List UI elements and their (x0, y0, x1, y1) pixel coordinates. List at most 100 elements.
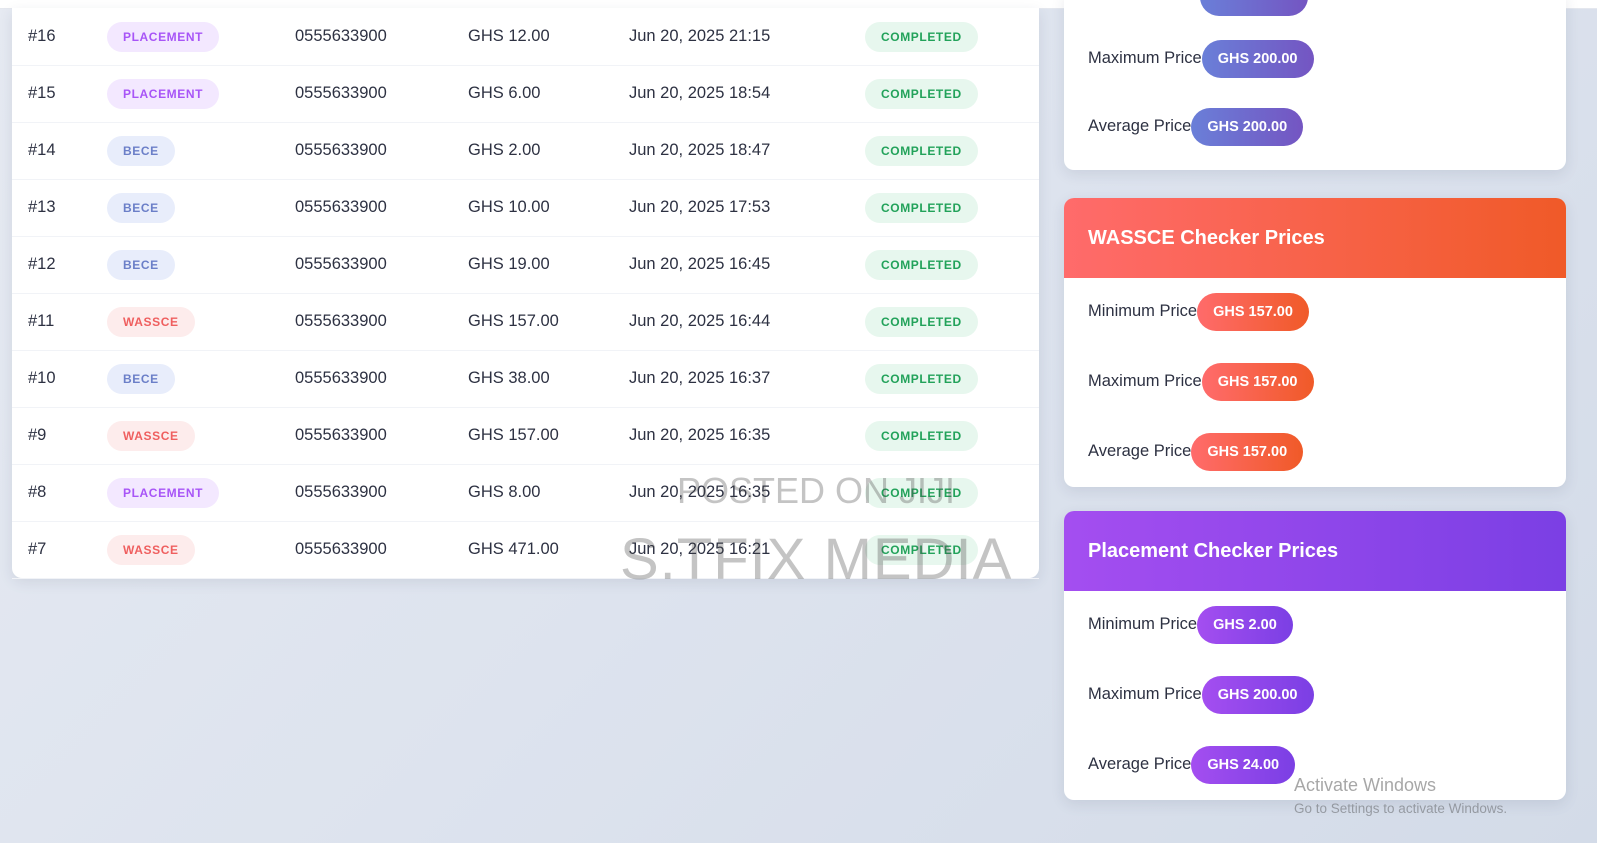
order-amount-cell: GHS 157.00 (468, 426, 559, 444)
bece-max-value: GHS 200.00 (1201, 39, 1314, 78)
bece-avg-value: GHS 200.00 (1191, 107, 1304, 146)
order-phone-cell: 0555633900 (295, 84, 387, 102)
order-id-cell: #9 (28, 426, 47, 444)
bece-avg-row: Average Price GHS 200.00 (1088, 106, 1304, 146)
order-amount-cell: GHS 12.00 (468, 27, 550, 45)
order-amount-cell: GHS 38.00 (468, 369, 550, 387)
order-amount-cell: GHS 10.00 (468, 198, 550, 216)
type-badge: BECE (107, 363, 175, 394)
bece-prices-card: Maximum Price GHS 200.00 Average Price GHS… (1064, 0, 1566, 170)
placement-max-value: GHS 200.00 (1201, 675, 1314, 714)
order-id-cell: #11 (28, 312, 55, 330)
order-date-cell: Jun 20, 2025 17:53 (629, 198, 771, 216)
order-type-cell: BECE (107, 236, 175, 293)
order-amount-cell: GHS 19.00 (468, 255, 550, 273)
order-date-cell: Jun 20, 2025 21:15 (629, 27, 771, 45)
order-amount-cell: GHS 2.00 (468, 141, 541, 159)
bece-avg-label: Average Price (1088, 117, 1192, 135)
type-badge: PLACEMENT (107, 477, 220, 508)
table-row: #11 WASSCE 0555633900 GHS 157.00 Jun 20, 202… (12, 293, 1039, 351)
order-phone-cell: 0555633900 (295, 255, 387, 273)
order-phone-cell: 0555633900 (295, 141, 387, 159)
order-date-cell: Jun 20, 2025 16:44 (629, 312, 771, 330)
order-phone-cell: 0555633900 (295, 27, 387, 45)
order-status-cell: COMPLETED (865, 122, 978, 179)
type-badge: PLACEMENT (107, 21, 220, 52)
order-status-cell: COMPLETED (865, 236, 978, 293)
order-phone-cell: 0555633900 (295, 312, 387, 330)
order-amount-cell: GHS 6.00 (468, 84, 541, 102)
order-type-cell: PLACEMENT (107, 65, 220, 122)
table-row: #9 WASSCE 0555633900 GHS 157.00 Jun 20, 2025… (12, 407, 1039, 465)
order-phone-cell: 0555633900 (295, 540, 387, 558)
bece-top-pill (1200, 0, 1308, 16)
wassce-avg-value: GHS 157.00 (1191, 432, 1304, 471)
order-amount-cell: GHS 8.00 (468, 483, 541, 501)
type-badge: PLACEMENT (107, 78, 220, 109)
placement-max-label: Maximum Price (1088, 685, 1202, 703)
status-badge: COMPLETED (865, 249, 978, 280)
order-type-cell: BECE (107, 179, 175, 236)
order-date-cell: Jun 20, 2025 18:47 (629, 141, 771, 159)
placement-avg-value: GHS 24.00 (1191, 745, 1296, 784)
order-amount-cell: GHS 157.00 (468, 312, 559, 330)
status-badge: COMPLETED (865, 78, 978, 109)
type-badge: BECE (107, 192, 175, 223)
placement-prices-card: Placement Checker Prices Minimum Price GH… (1064, 511, 1566, 800)
wassce-prices-card: WASSCE Checker Prices Minimum Price GHS 1… (1064, 198, 1566, 487)
placement-min-value: GHS 2.00 (1197, 605, 1293, 644)
bece-max-label: Maximum Price (1088, 49, 1202, 67)
order-amount-cell: GHS 471.00 (468, 540, 559, 558)
activate-windows-subtitle: Go to Settings to activate Windows. (1294, 801, 1508, 816)
wassce-max-row: Maximum Price GHS 157.00 (1088, 361, 1314, 401)
order-date-cell: Jun 20, 2025 16:37 (629, 369, 771, 387)
order-type-cell: PLACEMENT (107, 464, 220, 521)
order-date-cell: Jun 20, 2025 16:35 (629, 426, 771, 444)
status-badge: COMPLETED (865, 135, 978, 166)
order-id-cell: #14 (28, 141, 56, 159)
wassce-min-value: GHS 157.00 (1197, 292, 1309, 331)
wassce-max-value: GHS 157.00 (1201, 362, 1314, 401)
order-id-cell: #8 (28, 483, 47, 501)
watermark-brand: S.TFIX MEDIA (620, 527, 1013, 592)
type-badge: WASSCE (107, 306, 195, 337)
order-status-cell: COMPLETED (865, 350, 978, 407)
order-type-cell: BECE (107, 350, 175, 407)
status-badge: COMPLETED (865, 363, 978, 394)
order-id-cell: #7 (28, 540, 47, 558)
order-status-cell: COMPLETED (865, 179, 978, 236)
type-badge: WASSCE (107, 534, 195, 565)
bece-max-row: Maximum Price GHS 200.00 (1088, 38, 1314, 78)
table-row: #14 BECE 0555633900 GHS 2.00 Jun 20, 2025 18… (12, 122, 1039, 180)
order-status-cell: COMPLETED (865, 65, 978, 122)
type-badge: WASSCE (107, 420, 195, 451)
order-id-cell: #16 (28, 27, 56, 45)
wassce-avg-label: Average Price (1088, 442, 1192, 460)
status-badge: COMPLETED (865, 192, 978, 223)
table-row: #15 PLACEMENT 0555633900 GHS 6.00 Jun 20, 20… (12, 65, 1039, 123)
order-phone-cell: 0555633900 (295, 369, 387, 387)
table-row: #13 BECE 0555633900 GHS 10.00 Jun 20, 2025 1… (12, 179, 1039, 237)
order-type-cell: WASSCE (107, 521, 195, 578)
order-id-cell: #10 (28, 369, 56, 387)
order-id-cell: #12 (28, 255, 56, 273)
order-type-cell: BECE (107, 122, 175, 179)
placement-card-title: Placement Checker Prices (1064, 511, 1566, 591)
wassce-min-row: Minimum Price GHS 157.00 (1088, 291, 1309, 331)
order-date-cell: Jun 20, 2025 18:54 (629, 84, 771, 102)
wassce-min-label: Minimum Price (1088, 302, 1198, 320)
wassce-avg-row: Average Price GHS 157.00 (1088, 431, 1304, 471)
order-status-cell: COMPLETED (865, 8, 978, 65)
order-id-cell: #15 (28, 84, 56, 102)
order-phone-cell: 0555633900 (295, 426, 387, 444)
type-badge: BECE (107, 135, 175, 166)
placement-max-row: Maximum Price GHS 200.00 (1088, 674, 1314, 714)
status-badge: COMPLETED (865, 306, 978, 337)
order-id-cell: #13 (28, 198, 56, 216)
order-type-cell: WASSCE (107, 293, 195, 350)
order-phone-cell: 0555633900 (295, 198, 387, 216)
order-type-cell: PLACEMENT (107, 8, 220, 65)
order-type-cell: WASSCE (107, 407, 195, 464)
wassce-card-title: WASSCE Checker Prices (1064, 198, 1566, 278)
table-row: #12 BECE 0555633900 GHS 19.00 Jun 20, 2025 1… (12, 236, 1039, 294)
